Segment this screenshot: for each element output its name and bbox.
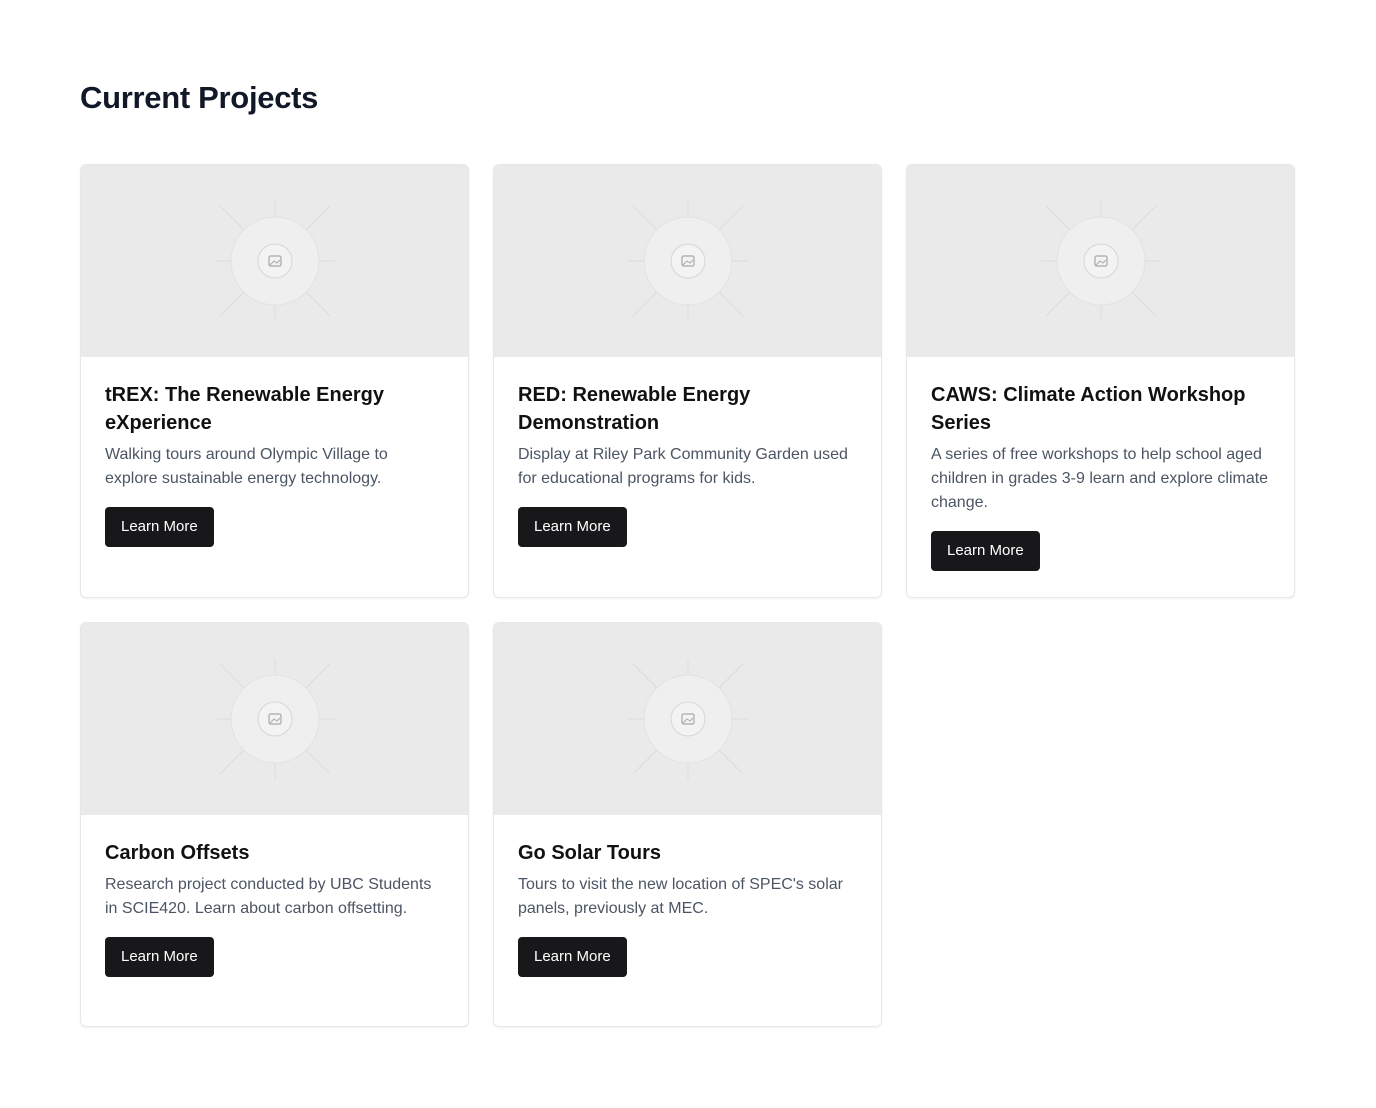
image-placeholder-icon (627, 659, 748, 779)
project-card-red: RED: Renewable Energy Demonstration Disp… (493, 164, 882, 598)
learn-more-button[interactable]: Learn More (105, 937, 214, 977)
card-description: A series of free workshops to help schoo… (931, 446, 1269, 511)
project-card-carbon-offsets: Carbon Offsets Research project conducte… (80, 622, 469, 1027)
learn-more-button[interactable]: Learn More (518, 507, 627, 547)
card-title: RED: Renewable Energy Demonstration (518, 384, 751, 434)
project-image-placeholder (494, 623, 881, 815)
learn-more-button[interactable]: Learn More (931, 531, 1040, 571)
card-title: tREX: The Renewable Energy eXperience (105, 384, 384, 434)
card-title: Go Solar Tours (518, 842, 661, 864)
card-description: Tours to visit the new location of SPEC'… (518, 876, 843, 917)
projects-grid: tREX: The Renewable Energy eXperience Wa… (80, 164, 1296, 1027)
card-description: Research project conducted by UBC Studen… (105, 876, 432, 917)
project-image-placeholder (81, 623, 468, 815)
learn-more-button[interactable]: Learn More (518, 937, 627, 977)
image-placeholder-icon (214, 659, 335, 779)
learn-more-button[interactable]: Learn More (105, 507, 214, 547)
card-description: Display at Riley Park Community Garden u… (518, 446, 848, 487)
card-title: CAWS: Climate Action Workshop Series (931, 384, 1246, 434)
page-title: Current Projects (80, 80, 319, 115)
card-description: Walking tours around Olympic Village to … (105, 446, 388, 487)
project-card-go-solar-tours: Go Solar Tours Tours to visit the new lo… (493, 622, 882, 1027)
project-image-placeholder (81, 165, 468, 357)
image-placeholder-icon (214, 201, 335, 321)
image-placeholder-icon (1040, 201, 1161, 321)
project-image-placeholder (494, 165, 881, 357)
project-card-caws: CAWS: Climate Action Workshop Series A s… (906, 164, 1295, 598)
image-placeholder-icon (627, 201, 748, 321)
card-title: Carbon Offsets (105, 842, 250, 864)
project-image-placeholder (907, 165, 1294, 357)
project-card-trex: tREX: The Renewable Energy eXperience Wa… (80, 164, 469, 598)
